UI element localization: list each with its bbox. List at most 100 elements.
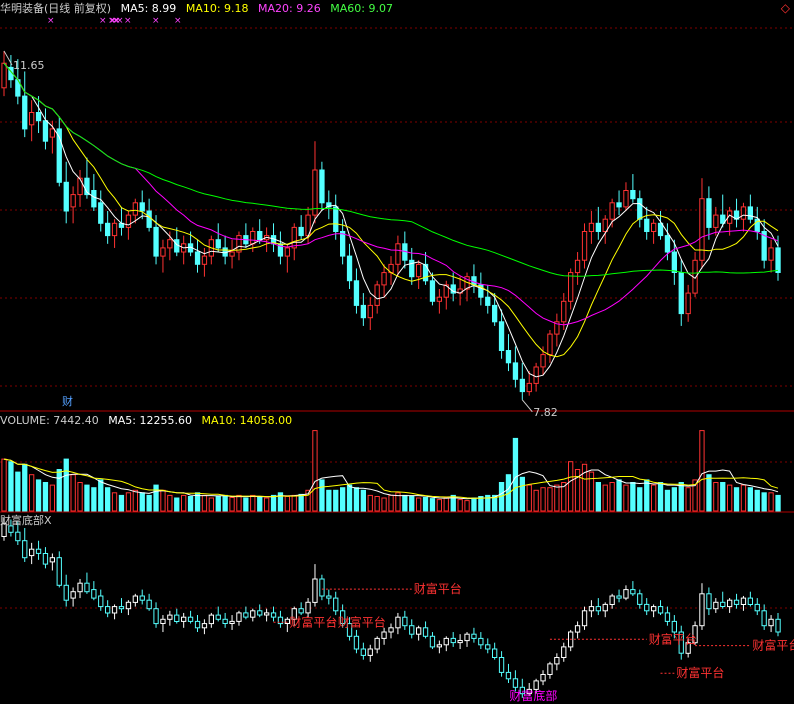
candle-body (637, 198, 643, 220)
candle-body (644, 218, 650, 232)
volume-readout: VOLUME: 7442.40 (0, 414, 99, 427)
candle-body (215, 239, 221, 249)
candle-body (284, 247, 291, 257)
candle-body (699, 198, 705, 261)
volume-bar (1, 458, 7, 512)
volume-bar (257, 496, 263, 512)
volume-bar (416, 497, 422, 512)
volume-bar (340, 487, 346, 512)
candle-body (63, 181, 69, 212)
signal-label: 财富平台 (414, 581, 462, 596)
volume-bar (15, 471, 21, 512)
candle-body (167, 239, 173, 249)
indicator-body (478, 637, 484, 646)
volume-bar (49, 484, 56, 512)
volume-bar (651, 484, 657, 512)
candle-body (22, 95, 28, 130)
indicator-body (208, 614, 214, 625)
candle-body (319, 169, 325, 204)
candle-body (540, 354, 546, 368)
candle-body (340, 231, 346, 257)
indicator-body (91, 589, 97, 599)
volume-bar (243, 497, 249, 512)
volume-bar (678, 482, 684, 512)
volume-bar (443, 497, 449, 512)
indicator-body (98, 595, 104, 608)
candle-body (561, 300, 567, 323)
ma10-readout: MA10: 9.18 (185, 2, 249, 15)
candle-body (194, 251, 201, 265)
candle-body (623, 190, 629, 208)
volume-bar (388, 494, 394, 512)
candle-body (105, 222, 111, 237)
candle-body (574, 259, 581, 274)
volume-bar (533, 489, 539, 512)
indicator-header: 财富底部X (0, 514, 58, 527)
volume-bar (84, 484, 90, 512)
candle-body (42, 120, 49, 142)
candle-body (367, 304, 373, 319)
volume-bar (270, 494, 277, 512)
diamond-icon[interactable]: ◇ (781, 2, 790, 15)
low-label: 7.82 (533, 406, 558, 419)
indicator-body (333, 597, 339, 612)
indicator-body (222, 618, 228, 624)
stock-name: 华明装备(日线 前复权) (0, 2, 112, 15)
candle-body (616, 202, 622, 208)
indicator-body (139, 595, 145, 601)
indicator-body (416, 627, 422, 635)
volume-bar (187, 496, 194, 512)
volume-bar (291, 494, 297, 512)
candle-body (657, 222, 664, 237)
candle-body (153, 226, 159, 257)
volume-bar (381, 497, 387, 512)
indicator-body (733, 599, 740, 605)
candle-body (706, 198, 712, 228)
candle-body (346, 255, 353, 282)
volume-bar (457, 499, 463, 512)
indicator-body (630, 589, 636, 595)
candle-body (547, 333, 553, 356)
indicator-body (250, 610, 256, 618)
low-pointer (521, 399, 533, 413)
candle-body (747, 206, 754, 220)
volume-bar (132, 489, 138, 512)
volume-bar (139, 492, 145, 512)
candle-body (519, 378, 526, 393)
indicator-body (443, 637, 449, 646)
indicator-body (77, 582, 83, 593)
indicator-body (312, 578, 318, 603)
volume-bar (595, 482, 602, 512)
volume-bar (284, 496, 291, 512)
indicator-body (125, 601, 132, 610)
candle-body (333, 206, 339, 232)
volume-bar (312, 430, 318, 512)
volume-bar (105, 487, 111, 512)
indicator-body (35, 548, 42, 554)
indicator-body (181, 616, 187, 622)
candle-body (250, 231, 256, 245)
indicator-body (699, 593, 705, 627)
stock-chart[interactable]: 11.657.82××××××××××财财富平台财富平台财富平台财富平台财富平台… (0, 0, 794, 704)
volume-bar (429, 498, 436, 512)
indicator-body (595, 606, 602, 612)
volume-bar (740, 484, 747, 512)
ma5-readout: MA5: 8.99 (120, 2, 177, 15)
volume-bar (671, 487, 678, 512)
volume-bar (754, 489, 760, 512)
indicator-body (367, 648, 373, 656)
indicator-body (84, 582, 90, 593)
indicator-body (270, 612, 277, 618)
candle-body (505, 350, 512, 364)
indicator-body (547, 663, 553, 676)
indicator-body (485, 644, 491, 650)
indicator-body (657, 606, 664, 614)
candle-body (512, 362, 519, 380)
indicator-body (464, 633, 470, 642)
indicator-body (160, 618, 166, 624)
candle-body (533, 366, 539, 384)
volume-bar (236, 494, 242, 512)
volume-bar (118, 494, 125, 512)
volume-bar (70, 474, 76, 512)
candle-body (595, 222, 602, 233)
